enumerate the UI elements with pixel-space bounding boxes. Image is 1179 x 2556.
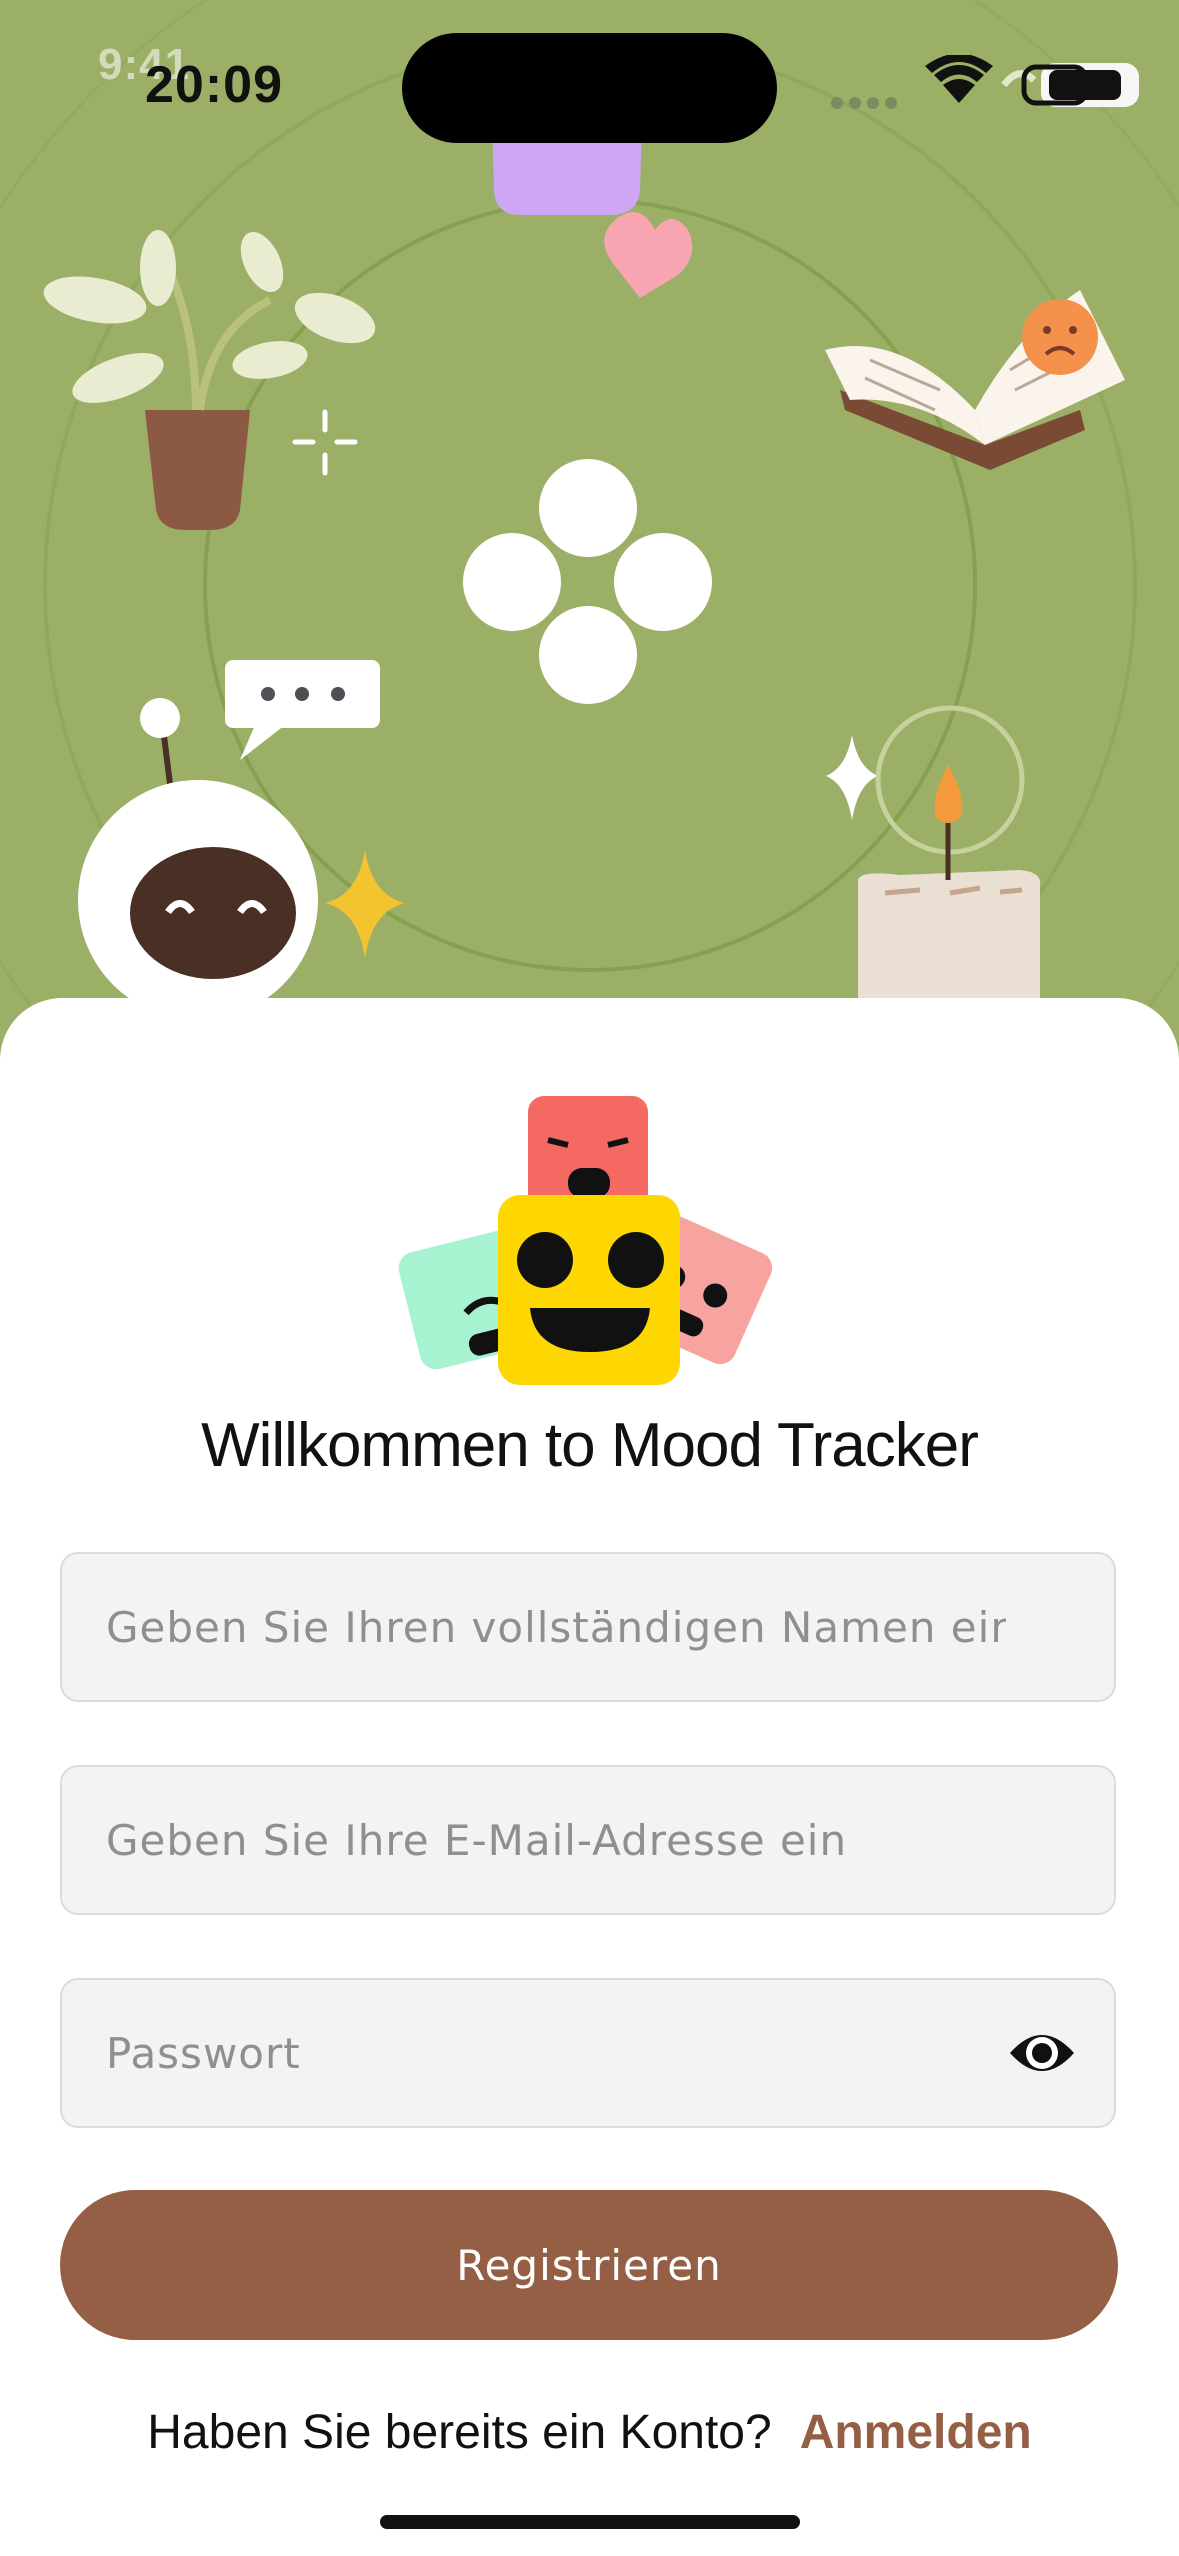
home-indicator[interactable] xyxy=(380,2515,800,2529)
welcome-title: Willkommen to Mood Tracker xyxy=(201,1411,979,1480)
full-name-input[interactable] xyxy=(106,1554,1006,1700)
sad-face-icon xyxy=(1022,299,1098,375)
full-name-field[interactable] xyxy=(60,1552,1116,1702)
signal-dots-icon xyxy=(831,97,897,109)
password-input[interactable] xyxy=(106,1980,1006,2126)
email-field[interactable] xyxy=(60,1765,1116,1915)
mood-faces-logo xyxy=(398,1090,778,1390)
login-prompt: Haben Sie bereits ein Konto? Anmelden xyxy=(0,2405,1179,2460)
battery-icon xyxy=(1021,63,1139,107)
wifi-icon xyxy=(925,53,993,103)
login-question: Haben Sie bereits ein Konto? xyxy=(147,2406,772,2459)
dynamic-island xyxy=(402,33,777,143)
status-icons xyxy=(819,53,1149,115)
status-time: 20:09 xyxy=(145,56,283,114)
password-field[interactable] xyxy=(60,1978,1116,2128)
status-bar: 9:41 20:09 xyxy=(0,0,1179,170)
email-input[interactable] xyxy=(106,1767,1006,1913)
register-button[interactable]: Registrieren xyxy=(60,2190,1118,2340)
eye-icon[interactable] xyxy=(1006,2023,1078,2083)
login-link[interactable]: Anmelden xyxy=(800,2406,1032,2459)
